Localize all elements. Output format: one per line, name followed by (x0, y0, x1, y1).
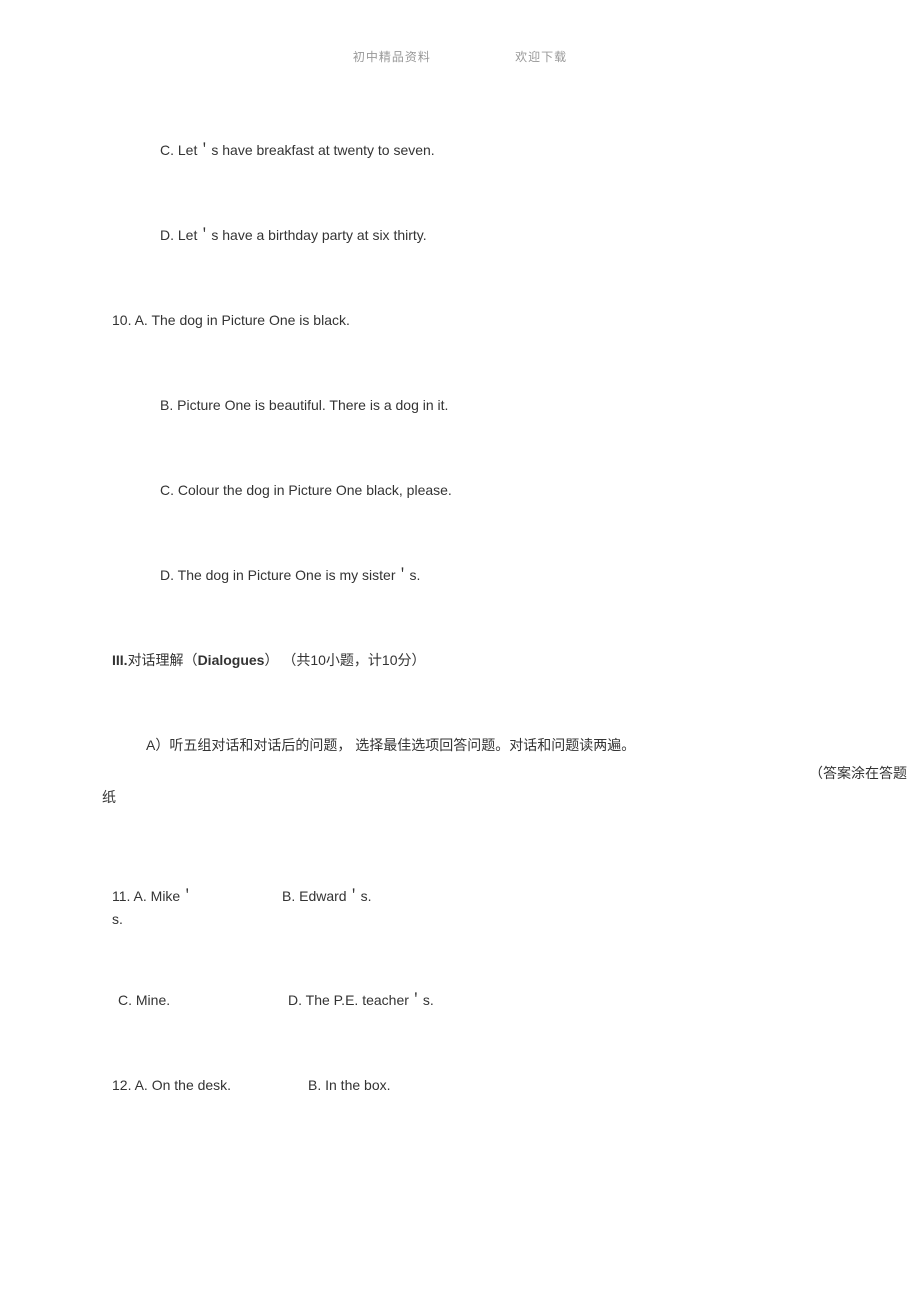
section-3-text1: 对话理解（ (128, 652, 198, 668)
question-12-option-b: B. In the box. (308, 1075, 391, 1096)
instruction-note-left: 纸 (102, 787, 116, 808)
question-10-option-b: B. Picture One is beautiful. There is a … (160, 395, 832, 416)
page-header: 初中精品资料 欢迎下载 (0, 48, 920, 65)
q11-a-text: 11. A. Mike＇ (112, 888, 194, 904)
question-10-option-d: D. The dog in Picture One is my sister＇s… (160, 565, 832, 586)
section-3-text2: ） （共10小题，计10分） (264, 652, 425, 668)
question-11-option-a: 11. A. Mike＇ s. (112, 886, 252, 930)
header-right-text: 欢迎下载 (515, 48, 567, 65)
header-left-text: 初中精品资料 (353, 48, 431, 65)
question-10-option-c: C. Colour the dog in Picture One black, … (160, 480, 832, 501)
option-c-q9: C. Let＇s have breakfast at twenty to sev… (160, 140, 832, 161)
question-11-option-b: B. Edward＇s. (282, 886, 371, 907)
section-3-heading: III.对话理解（Dialogues） （共10小题，计10分） (112, 650, 832, 671)
q11-a-suffix: s. (112, 909, 252, 930)
option-d-q9: D. Let＇s have a birthday party at six th… (160, 225, 832, 246)
instruction-wrapper: A）听五组对话和对话后的问题， 选择最佳选项回答问题。对话和问题读两遍。 （答案… (112, 735, 832, 756)
section-3-prefix: III. (112, 652, 128, 668)
question-12-row: 12. A. On the desk. B. In the box. (112, 1075, 832, 1096)
instruction-a: A）听五组对话和对话后的问题， 选择最佳选项回答问题。对话和问题读两遍。 (146, 735, 832, 756)
question-12-option-a: 12. A. On the desk. (112, 1075, 231, 1096)
instruction-note-right: （答案涂在答题 (809, 763, 907, 784)
question-10-option-a: 10. A. The dog in Picture One is black. (112, 310, 832, 331)
document-content: C. Let＇s have breakfast at twenty to sev… (112, 140, 832, 1096)
question-11-option-c: C. Mine. (118, 990, 170, 1011)
question-11-row1: 11. A. Mike＇ s. B. Edward＇s. (112, 886, 832, 930)
question-11-row2: C. Mine. D. The P.E. teacher＇s. (118, 990, 832, 1011)
section-3-dialogues: Dialogues (198, 652, 265, 668)
question-11-option-d: D. The P.E. teacher＇s. (288, 990, 434, 1011)
